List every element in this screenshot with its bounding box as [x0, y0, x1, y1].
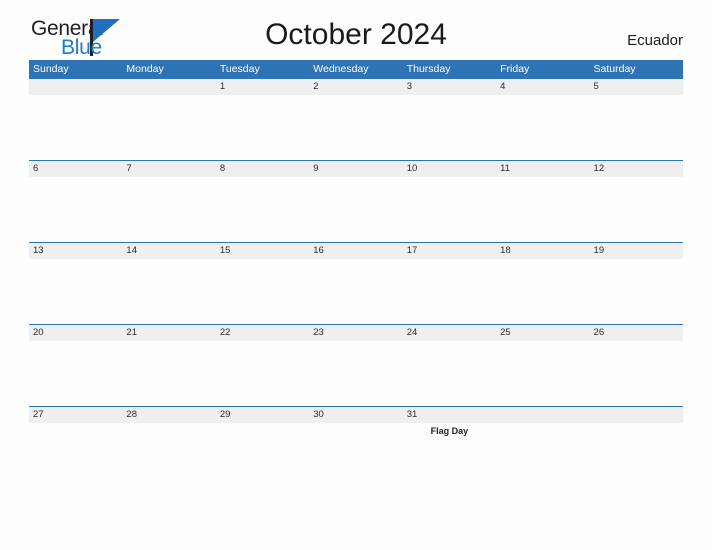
day-cell[interactable] — [309, 341, 402, 406]
day-number[interactable]: 22 — [216, 325, 309, 341]
day-number[interactable]: 8 — [216, 161, 309, 177]
weekday-sunday: Sunday — [33, 63, 69, 75]
week-content-band — [29, 341, 683, 406]
day-cell[interactable] — [590, 95, 683, 160]
day-cell[interactable] — [309, 95, 402, 160]
weekday-tuesday: Tuesday — [219, 63, 260, 75]
day-cell[interactable] — [29, 95, 122, 160]
day-number[interactable]: 12 — [590, 161, 683, 177]
calendar-week-row: 13 14 15 16 17 18 19 — [29, 242, 683, 324]
day-number[interactable]: 27 — [29, 407, 122, 423]
day-cell[interactable] — [216, 341, 309, 406]
week-content-band — [29, 177, 683, 242]
day-cell[interactable] — [496, 177, 589, 242]
week-number-band: 1 2 3 4 5 — [29, 78, 683, 95]
week-content-band — [29, 95, 683, 160]
day-cell[interactable] — [403, 259, 496, 324]
day-cell[interactable] — [29, 177, 122, 242]
day-cell[interactable] — [216, 259, 309, 324]
day-cell[interactable] — [122, 423, 215, 471]
page-title: October 2024 — [265, 18, 447, 51]
day-number[interactable]: 15 — [216, 243, 309, 259]
day-cell[interactable] — [496, 423, 589, 471]
day-number[interactable] — [29, 79, 122, 95]
weekday-header-row: Sunday Monday Tuesday Wednesday Thursday… — [29, 60, 683, 78]
day-number[interactable]: 11 — [496, 161, 589, 177]
day-cell[interactable] — [122, 177, 215, 242]
weekday-friday: Friday — [500, 63, 530, 75]
day-cell[interactable] — [216, 177, 309, 242]
day-cell[interactable] — [496, 259, 589, 324]
day-number[interactable]: 17 — [403, 243, 496, 259]
calendar-week-row: 6 7 8 9 10 11 12 — [29, 160, 683, 242]
weekday-wednesday: Wednesday — [313, 63, 369, 75]
day-cell[interactable] — [590, 259, 683, 324]
day-cell[interactable] — [122, 95, 215, 160]
day-cell[interactable] — [590, 341, 683, 406]
day-number[interactable] — [122, 79, 215, 95]
day-number[interactable]: 18 — [496, 243, 589, 259]
page-header: General Blue October 2024 Ecuador — [29, 0, 683, 60]
weekday-monday: Monday — [126, 63, 164, 75]
day-cell[interactable] — [309, 259, 402, 324]
day-number[interactable]: 6 — [29, 161, 122, 177]
day-number[interactable]: 20 — [29, 325, 122, 341]
day-cell[interactable] — [309, 177, 402, 242]
day-number[interactable] — [590, 407, 683, 423]
day-number[interactable]: 23 — [309, 325, 402, 341]
week-number-band: 20 21 22 23 24 25 26 — [29, 324, 683, 341]
day-number[interactable]: 26 — [590, 325, 683, 341]
day-number[interactable]: 21 — [122, 325, 215, 341]
week-number-band: 27 28 29 30 31 — [29, 406, 683, 423]
day-cell[interactable] — [122, 259, 215, 324]
week-number-band: 6 7 8 9 10 11 12 — [29, 160, 683, 177]
day-number[interactable]: 13 — [29, 243, 122, 259]
day-cell[interactable] — [216, 423, 309, 471]
day-number[interactable]: 5 — [590, 79, 683, 95]
day-number[interactable]: 2 — [309, 79, 402, 95]
day-cell[interactable] — [122, 341, 215, 406]
day-cell[interactable] — [496, 341, 589, 406]
day-number[interactable]: 9 — [309, 161, 402, 177]
day-cell[interactable] — [496, 95, 589, 160]
calendar-week-row: 20 21 22 23 24 25 26 — [29, 324, 683, 406]
day-cell[interactable] — [29, 259, 122, 324]
week-content-band: Flag Day — [29, 423, 683, 471]
day-number[interactable]: 10 — [403, 161, 496, 177]
day-number[interactable]: 24 — [403, 325, 496, 341]
week-number-band: 13 14 15 16 17 18 19 — [29, 242, 683, 259]
day-number[interactable]: 7 — [122, 161, 215, 177]
day-cell[interactable] — [590, 423, 683, 471]
day-number[interactable]: 30 — [309, 407, 402, 423]
day-number[interactable]: 14 — [122, 243, 215, 259]
day-cell[interactable] — [590, 177, 683, 242]
day-number[interactable]: 1 — [216, 79, 309, 95]
day-event-label: Flag Day — [430, 426, 469, 436]
country-label: Ecuador — [627, 32, 683, 49]
weekday-saturday: Saturday — [593, 63, 636, 75]
day-number[interactable]: 31 — [403, 407, 496, 423]
day-number[interactable]: 28 — [122, 407, 215, 423]
day-number[interactable]: 29 — [216, 407, 309, 423]
day-cell[interactable] — [403, 341, 496, 406]
day-number[interactable]: 4 — [496, 79, 589, 95]
day-cell[interactable] — [403, 95, 496, 160]
day-number[interactable] — [496, 407, 589, 423]
day-number[interactable]: 3 — [403, 79, 496, 95]
day-cell[interactable]: Flag Day — [403, 423, 496, 471]
day-number[interactable]: 19 — [590, 243, 683, 259]
day-cell[interactable] — [29, 341, 122, 406]
day-number[interactable]: 25 — [496, 325, 589, 341]
day-cell[interactable] — [216, 95, 309, 160]
day-cell[interactable] — [403, 177, 496, 242]
calendar-grid: Sunday Monday Tuesday Wednesday Thursday… — [29, 60, 683, 471]
day-cell[interactable] — [309, 423, 402, 471]
week-content-band — [29, 259, 683, 324]
day-number[interactable]: 16 — [309, 243, 402, 259]
calendar-week-row: 27 28 29 30 31 Flag Day — [29, 406, 683, 471]
calendar-week-row: 1 2 3 4 5 — [29, 78, 683, 160]
weekday-thursday: Thursday — [406, 63, 451, 75]
day-cell[interactable] — [29, 423, 122, 471]
